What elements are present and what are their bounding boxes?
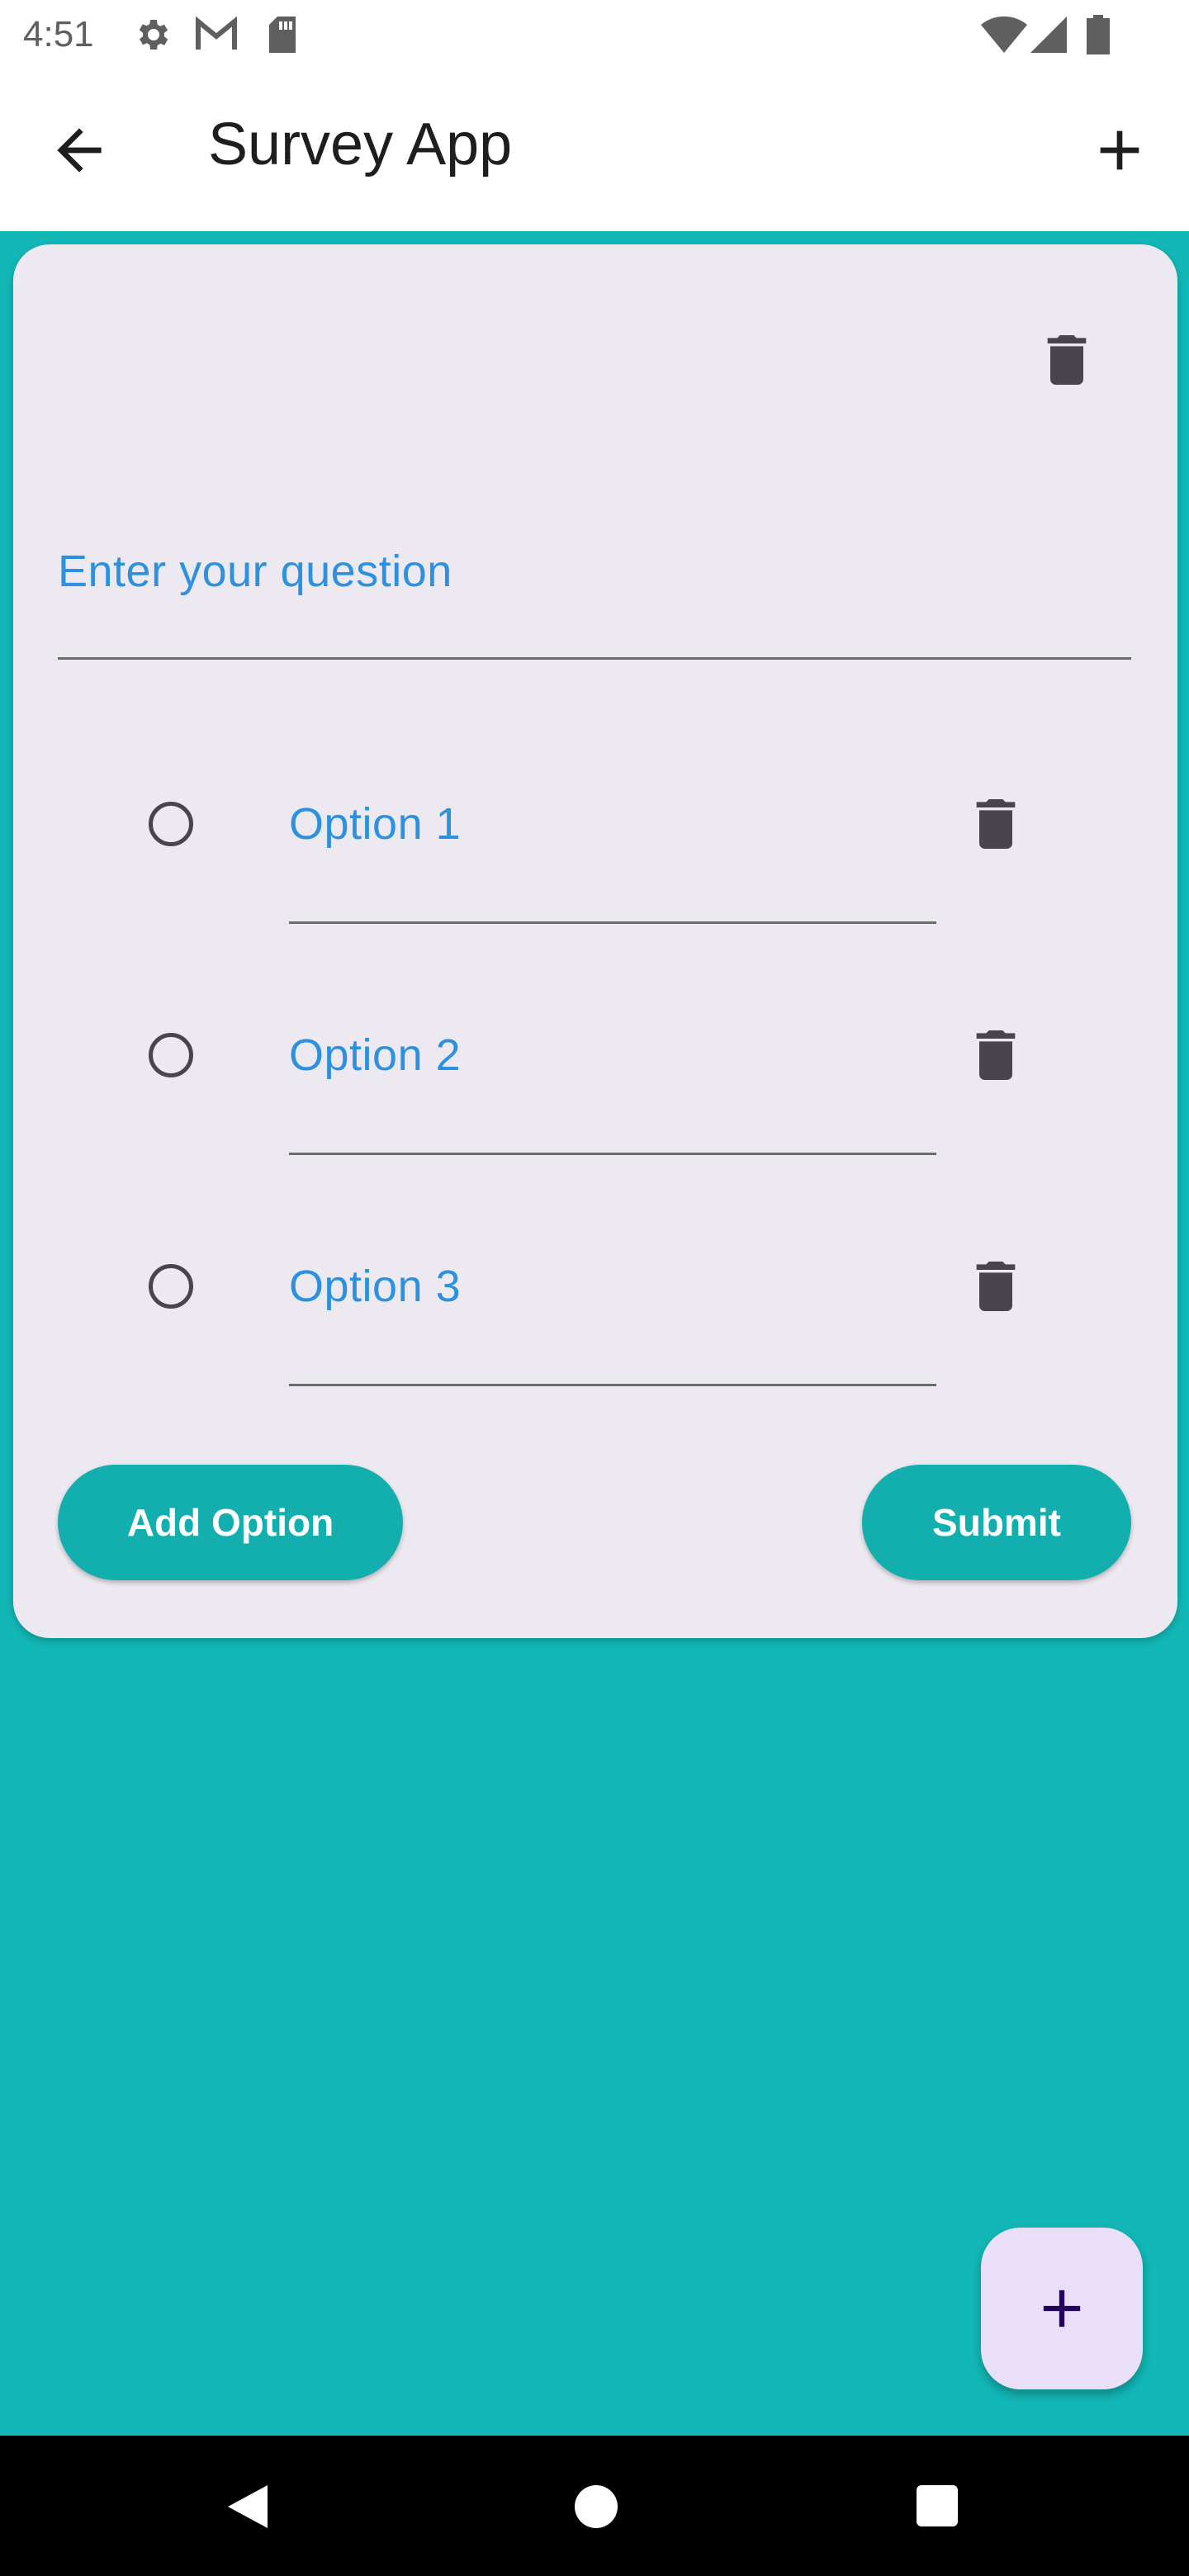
question-field[interactable]: Enter your question [58, 533, 1131, 665]
settings-icon [132, 15, 172, 54]
delete-option-button[interactable] [963, 1253, 1029, 1319]
page-title: Survey App [208, 111, 513, 178]
sd-card-icon [266, 15, 299, 54]
home-circle-icon[interactable] [573, 2484, 619, 2530]
question-input-placeholder: Enter your question [58, 547, 452, 596]
option-row: Option 2 [13, 1004, 1177, 1169]
back-button[interactable] [46, 117, 112, 183]
trash-icon [1034, 327, 1100, 393]
wifi-icon [981, 17, 1027, 54]
option-field[interactable]: Option 1 [289, 773, 936, 925]
question-underline [58, 657, 1131, 660]
option-label: Option 3 [289, 1262, 462, 1311]
option-field[interactable]: Option 2 [289, 1004, 936, 1156]
option-radio[interactable] [149, 1033, 193, 1077]
status-time: 4:51 [23, 14, 94, 54]
battery-icon [1087, 15, 1110, 54]
add-question-fab[interactable] [981, 2228, 1143, 2389]
delete-question-button[interactable] [1034, 327, 1100, 393]
plus-icon [1087, 117, 1153, 183]
option-radio[interactable] [149, 802, 193, 846]
recents-square-icon[interactable] [915, 2484, 959, 2528]
app-bar: Survey App [0, 69, 1189, 231]
option-underline [289, 921, 936, 924]
trash-icon [963, 1253, 1029, 1319]
signal-icon [1030, 17, 1067, 53]
option-row: Option 1 [13, 773, 1177, 938]
option-label: Option 1 [289, 799, 462, 849]
delete-option-button[interactable] [963, 1022, 1029, 1088]
arrow-back-icon [46, 117, 112, 183]
status-bar: 4:51 [0, 0, 1189, 69]
option-underline [289, 1153, 936, 1155]
option-field[interactable]: Option 3 [289, 1235, 936, 1387]
gmail-icon [195, 17, 238, 53]
trash-icon [963, 1022, 1029, 1088]
trash-icon [963, 791, 1029, 857]
plus-icon [1030, 2277, 1093, 2340]
add-option-button[interactable]: Add Option [58, 1465, 403, 1580]
add-question-button[interactable] [1087, 117, 1153, 183]
option-radio[interactable] [149, 1264, 193, 1309]
delete-option-button[interactable] [963, 791, 1029, 857]
navigation-bar [0, 2436, 1189, 2576]
option-row: Option 3 [13, 1235, 1177, 1400]
option-underline [289, 1384, 936, 1386]
submit-button[interactable]: Submit [862, 1465, 1131, 1580]
option-label: Option 2 [289, 1030, 462, 1080]
question-card: Enter your question Option 1 Option 2 Op… [13, 244, 1177, 1638]
back-triangle-icon[interactable] [225, 2482, 271, 2531]
